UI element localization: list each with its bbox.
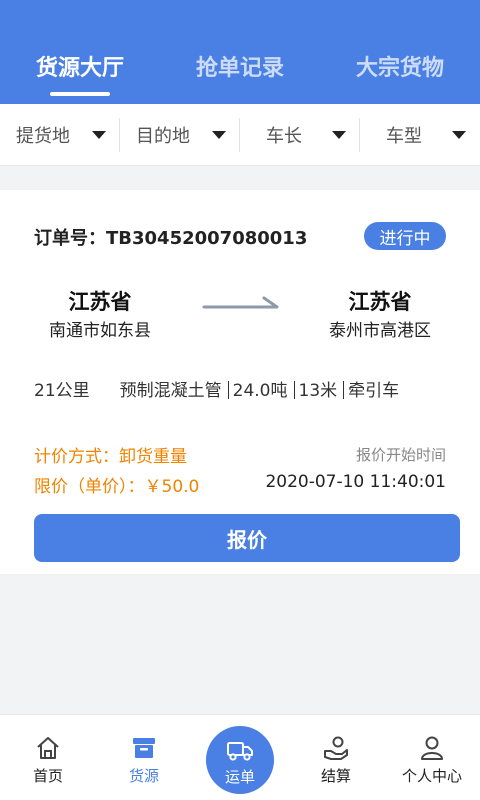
filter-vehicle-length[interactable]: 车长 bbox=[240, 104, 360, 166]
tab-grab-records[interactable]: 抢单记录 bbox=[196, 50, 284, 82]
divider bbox=[227, 381, 229, 399]
filter-destination-label: 目的地 bbox=[136, 126, 190, 147]
vehicle-type: 牵引车 bbox=[348, 381, 400, 401]
filter-pickup[interactable]: 提货地 bbox=[0, 104, 120, 166]
status-badge: 进行中 bbox=[364, 222, 446, 250]
user-icon bbox=[421, 736, 443, 760]
divider bbox=[293, 381, 295, 399]
nav-waybill-label: 运单 bbox=[224, 768, 255, 786]
vehicle-length: 13米 bbox=[298, 381, 338, 401]
destination-city: 泰州市高港区 bbox=[329, 321, 431, 341]
filter-pickup-label: 提货地 bbox=[16, 126, 70, 147]
filter-bar: 提货地 目的地 车长 车型 bbox=[0, 104, 480, 166]
chevron-down-icon bbox=[212, 131, 226, 139]
order-number-label: 订单号： bbox=[34, 228, 106, 249]
quote-start-time: 2020-07-10 11:40:01 bbox=[265, 472, 446, 492]
filter-vehicle-length-label: 车长 bbox=[266, 126, 302, 147]
top-header: 货源大厅 抢单记录 大宗货物 bbox=[0, 0, 480, 104]
filter-vehicle-type-label: 车型 bbox=[386, 126, 422, 147]
filter-vehicle-type[interactable]: 车型 bbox=[360, 104, 480, 166]
cargo-name: 预制混凝土管 bbox=[119, 381, 222, 401]
truck-icon bbox=[227, 742, 253, 761]
home-icon bbox=[37, 737, 59, 759]
nav-home[interactable]: 首页 bbox=[0, 715, 96, 800]
chevron-down-icon bbox=[92, 131, 106, 139]
order-number: TB30452007080013 bbox=[106, 228, 308, 249]
origin-city: 南通市如东县 bbox=[49, 321, 151, 341]
active-tab-indicator bbox=[50, 92, 110, 96]
tab-cargo-hall[interactable]: 货源大厅 bbox=[36, 50, 124, 82]
nav-settlement-label: 结算 bbox=[320, 767, 351, 785]
chevron-down-icon bbox=[332, 131, 346, 139]
cargo-specs: 21公里 预制混凝土管 24.0吨 13米 牵引车 bbox=[34, 376, 401, 401]
nav-waybill[interactable]: 运单 bbox=[206, 726, 274, 794]
nav-profile[interactable]: 个人中心 bbox=[384, 715, 480, 800]
pricing-method: 计价方式：卸货重量 bbox=[34, 447, 187, 467]
route-arrow-icon bbox=[202, 296, 279, 309]
cargo-weight: 24.0吨 bbox=[232, 381, 288, 401]
filter-destination[interactable]: 目的地 bbox=[120, 104, 240, 166]
nav-home-label: 首页 bbox=[32, 767, 63, 785]
price-limit: 限价（单价）：￥50.0 bbox=[34, 477, 200, 497]
origin-province: 江苏省 bbox=[68, 290, 132, 314]
order-number-line: 订单号：TB30452007080013 bbox=[34, 224, 307, 250]
hand-coin-icon bbox=[324, 736, 348, 760]
divider bbox=[343, 381, 345, 399]
nav-cargo-label: 货源 bbox=[128, 767, 159, 785]
box-icon bbox=[133, 738, 155, 758]
nav-cargo[interactable]: 货源 bbox=[96, 715, 192, 800]
quote-button[interactable]: 报价 bbox=[34, 514, 460, 562]
quote-start-label: 报价开始时间 bbox=[355, 446, 446, 464]
nav-profile-label: 个人中心 bbox=[401, 767, 462, 785]
destination-province: 江苏省 bbox=[348, 290, 412, 314]
order-card[interactable]: 订单号：TB30452007080013 进行中 江苏省 南通市如东县 江苏省 … bbox=[0, 190, 480, 574]
chevron-down-icon bbox=[452, 131, 466, 139]
nav-settlement[interactable]: 结算 bbox=[288, 715, 384, 800]
tab-bulk-cargo[interactable]: 大宗货物 bbox=[356, 50, 444, 82]
distance: 21公里 bbox=[34, 381, 90, 401]
